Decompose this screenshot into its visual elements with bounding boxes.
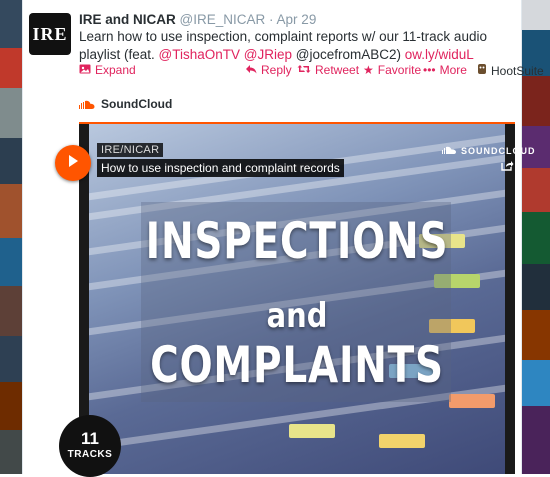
retweet-button[interactable]: Retweet (297, 63, 359, 77)
embed-provider[interactable]: SoundCloud (79, 97, 172, 111)
play-icon (66, 154, 80, 173)
star-icon: ★ (363, 63, 374, 77)
soundcloud-cloud-icon (441, 146, 457, 156)
share-icon[interactable] (501, 160, 515, 172)
hootsuite-button[interactable]: HootSuite (477, 63, 544, 78)
retweet-icon (297, 63, 311, 77)
media-icon (79, 63, 91, 77)
more-button[interactable]: ••• More (423, 63, 467, 77)
separator: · (269, 12, 274, 27)
favorite-label: Favorite (377, 63, 422, 77)
reply-button[interactable]: Reply (245, 63, 292, 77)
reply-icon (245, 63, 257, 77)
playlist-title[interactable]: How to use inspection and complaint reco… (97, 159, 344, 177)
expand-label: Expand (95, 63, 136, 77)
mention-link[interactable]: @TishaOnTV (159, 47, 240, 62)
artwork-line-1: INSPECTIONS (145, 212, 449, 270)
tweet-card: IRE IRE and NICAR @IRE_NICAR · Apr 29 Le… (22, 0, 544, 477)
url-link[interactable]: ow.ly/widuL (405, 47, 474, 62)
background-mosaic-left (0, 0, 22, 474)
author-name[interactable]: IRE and NICAR (79, 12, 176, 27)
soundcloud-icon (79, 99, 95, 109)
reply-label: Reply (261, 63, 292, 77)
tweet-actions: Expand Reply Retweet ★ Favorite ••• More (79, 63, 544, 79)
track-count: 11 (81, 429, 99, 448)
more-icon: ••• (423, 63, 436, 77)
avatar[interactable]: IRE (29, 13, 71, 55)
play-button[interactable] (55, 145, 91, 181)
avatar-text: IRE (32, 23, 68, 44)
artwork-line-3: COMPLAINTS (150, 336, 444, 394)
hootsuite-icon (477, 63, 487, 78)
tweet-text: Learn how to use inspection, complaint r… (79, 28, 509, 64)
track-count-badge: 11 TRACKS (59, 415, 121, 477)
more-label: More (439, 63, 467, 77)
tweet-text-middle: @jocefromABC2) (292, 47, 405, 62)
retweet-label: Retweet (315, 63, 360, 77)
embed-provider-label: SoundCloud (101, 97, 173, 111)
tweet-date[interactable]: Apr 29 (277, 12, 317, 27)
author-handle[interactable]: @IRE_NICAR (180, 12, 266, 27)
favorite-button[interactable]: ★ Favorite (363, 63, 421, 77)
soundcloud-brand-label: SOUNDCLOUD (461, 146, 536, 156)
hootsuite-label: HootSuite (491, 63, 544, 78)
mention-link[interactable]: @JRiep (244, 47, 292, 62)
tweet-header: IRE and NICAR @IRE_NICAR · Apr 29 (79, 12, 316, 27)
tracks-label: TRACKS (67, 449, 113, 460)
soundcloud-brand[interactable]: SOUNDCLOUD (441, 146, 536, 156)
expand-button[interactable]: Expand (79, 63, 136, 77)
playlist-user[interactable]: IRE/NICAR (97, 143, 164, 157)
artwork-line-2: and (266, 296, 328, 336)
